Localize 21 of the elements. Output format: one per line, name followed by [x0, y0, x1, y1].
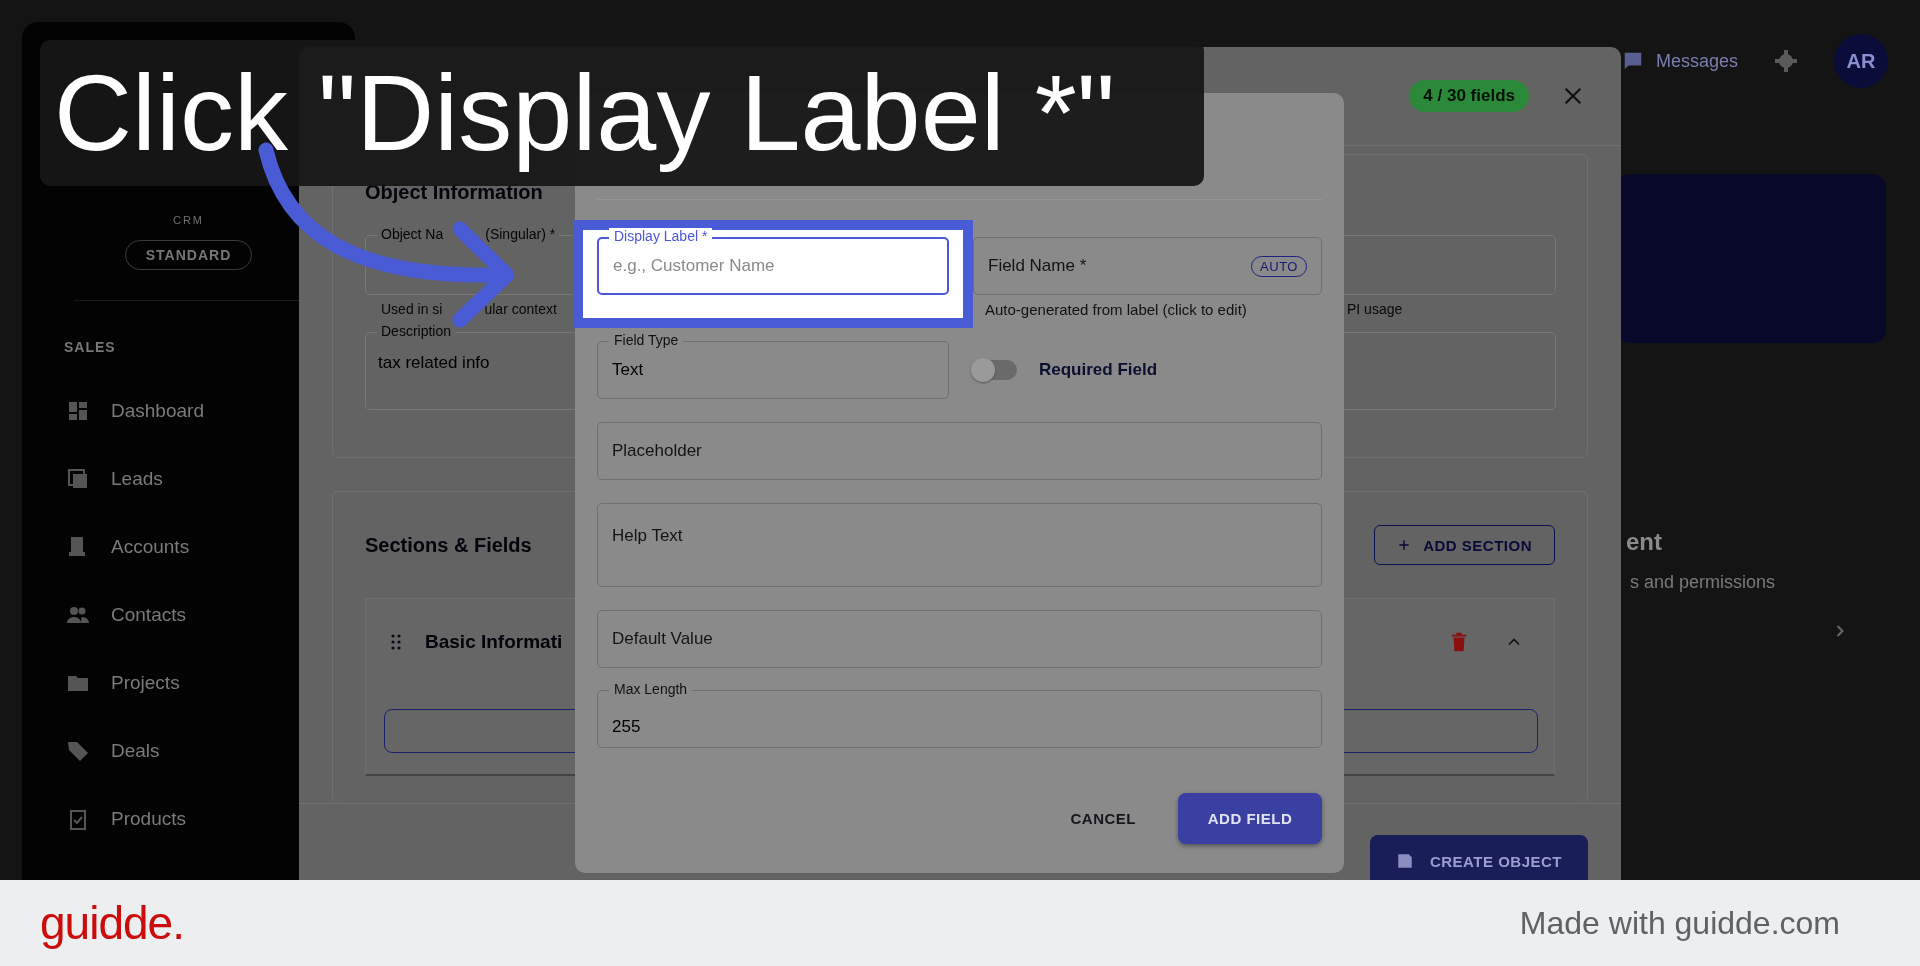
caption-text: Click "Display Label *" [54, 53, 1116, 173]
field-label: Description [377, 323, 456, 339]
helper-text: PI usage [1347, 300, 1403, 317]
section-label: SALES [64, 339, 116, 355]
helper-text: Used in si [381, 301, 443, 317]
toggle-label: Required Field [1039, 360, 1158, 380]
field-label: (Singular) * [485, 226, 556, 242]
credit-text: Made with guidde.com [1519, 904, 1840, 942]
field-label: Display Label * [609, 228, 713, 244]
helper-text: ular context [484, 301, 557, 317]
helper-text: Auto-generated from label (click to edit) [984, 301, 1248, 318]
panel-text: s and permissions [1629, 572, 1777, 593]
card-title: Sections & Fields [365, 533, 532, 557]
fields-count-badge: 4 / 30 fields [1409, 80, 1529, 112]
field-label: Field Type [609, 332, 684, 348]
section-title: Basic Informati [425, 631, 563, 653]
field-label: Max Length [609, 681, 693, 697]
panel-heading: ent [1625, 528, 1663, 556]
field-label: Object Na [381, 226, 444, 242]
logo-suffix: CRM [172, 214, 205, 226]
card-title: Object Information [365, 181, 544, 204]
